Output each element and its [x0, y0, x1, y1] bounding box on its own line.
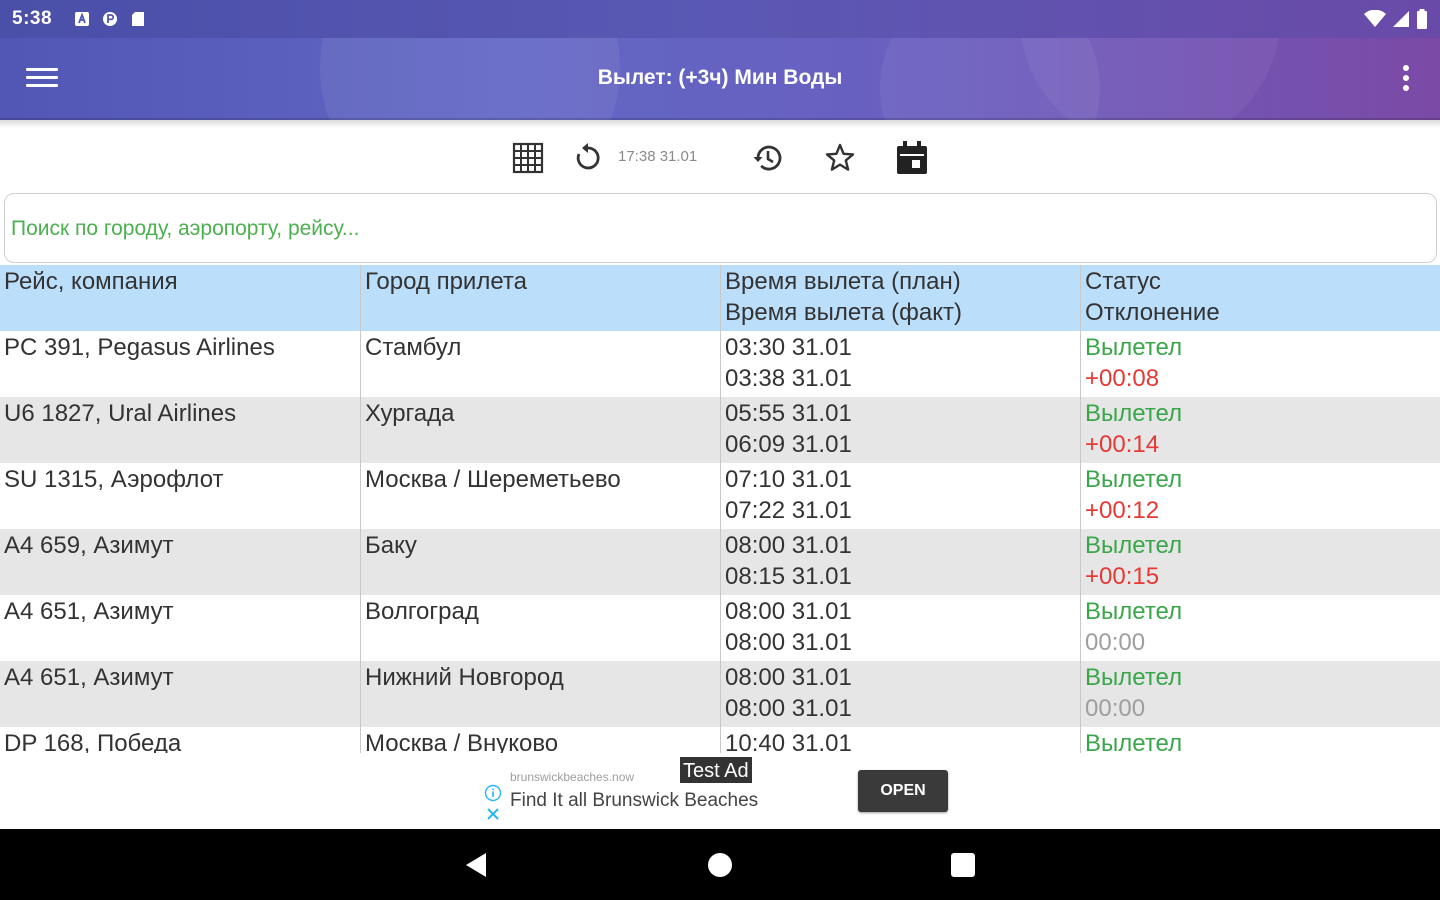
home-icon[interactable] [704, 849, 736, 881]
cell-city: Баку [360, 529, 720, 595]
header-status: Статус Отклонение [1080, 265, 1440, 331]
ad-info-icon[interactable] [484, 784, 502, 802]
ad-domain: brunswickbeaches.now [510, 770, 635, 784]
toolbar: 17:38 31.01 [0, 132, 1440, 184]
page-title: Вылет: (+3ч) Мин Воды [597, 66, 843, 89]
ad-open-button[interactable]: OPEN [858, 770, 948, 812]
ad-close-icon[interactable] [485, 806, 501, 822]
cell-status: Вылетел +00:12 [1080, 463, 1440, 529]
table-row[interactable]: DP 168, Победа Москва / Внуково 10:40 31… [0, 727, 1440, 753]
navigation-bar [0, 829, 1440, 900]
app-bar: Вылет: (+3ч) Мин Воды [0, 38, 1440, 120]
star-icon[interactable] [820, 138, 860, 178]
status-icons-right [1364, 9, 1428, 29]
status-time: 5:38 [12, 8, 53, 29]
ad-text: Find It all Brunswick Beaches [510, 790, 759, 811]
cell-time: 05:55 31.01 06:09 31.01 [720, 397, 1080, 463]
cell-flight: DP 168, Победа [4, 730, 182, 753]
ad-banner[interactable]: brunswickbeaches.now Test Ad Find It all… [480, 754, 960, 828]
cell-city: Стамбул [360, 331, 720, 397]
cell-time: 08:00 31.01 08:15 31.01 [720, 529, 1080, 595]
ad-badge: Test Ad [679, 756, 753, 784]
calendar-icon[interactable] [892, 138, 932, 178]
header-time: Время вылета (план) Время вылета (факт) [720, 265, 1080, 331]
header-city: Город прилета [360, 265, 720, 331]
search-box [4, 193, 1437, 263]
status-icons-left [74, 11, 146, 27]
grid-icon[interactable] [508, 138, 548, 178]
cell-flight: U6 1827, Ural Airlines [4, 400, 237, 427]
refresh-icon[interactable] [568, 138, 608, 178]
cell-flight: A4 651, Азимут [4, 598, 174, 625]
cell-status: Вылетел 00:00 [1080, 661, 1440, 727]
pocket-icon [103, 12, 118, 26]
cell-status: Вылетел +00:15 [1080, 529, 1440, 595]
table-row[interactable]: A4 651, Азимут Волгоград 08:00 31.01 08:0… [0, 595, 1440, 661]
back-icon[interactable] [460, 849, 492, 881]
cell-time: 08:00 31.01 08:00 31.01 [720, 595, 1080, 661]
table-row[interactable]: U6 1827, Ural Airlines Хургада 05:55 31.… [0, 397, 1440, 463]
cell-flight: PC 391, Pegasus Airlines [4, 334, 275, 361]
cell-flight: A4 659, Азимут [4, 532, 174, 559]
recents-icon[interactable] [947, 849, 979, 881]
cell-status: Вылетел 00:00 [1080, 595, 1440, 661]
cell-time: 03:30 31.01 03:38 31.01 [720, 331, 1080, 397]
table-row[interactable]: SU 1315, Аэрофлот Москва / Шереметьево 0… [0, 463, 1440, 529]
cell-time: 08:00 31.01 08:00 31.01 [720, 661, 1080, 727]
wifi-icon [1364, 10, 1386, 27]
cell-flight: A4 651, Азимут [4, 664, 174, 691]
more-vert-icon[interactable] [1400, 62, 1412, 96]
cell-city: Хургада [360, 397, 720, 463]
notification-a-icon [75, 12, 90, 26]
flights-table: Рейс, компания Город прилета Время вылет… [0, 265, 1440, 753]
cell-time: 07:10 31.01 07:22 31.01 [720, 463, 1080, 529]
header-flight: Рейс, компания [4, 268, 178, 295]
battery-icon [1417, 9, 1427, 29]
app-screen: 5:38 Вылет: (+3ч) Мин Воды 17:38 31.01 П… [0, 0, 1440, 900]
app-bar-shadow [0, 118, 1440, 128]
table-header: Рейс, компания Город прилета Время вылет… [0, 265, 1440, 331]
cell-city: Нижний Новгород [360, 661, 720, 727]
cell-status: Вылетел [1080, 727, 1440, 753]
cell-flight: SU 1315, Аэрофлот [4, 466, 224, 493]
table-row[interactable]: PC 391, Pegasus Airlines Стамбул 03:30 3… [0, 331, 1440, 397]
search-input[interactable] [11, 212, 1411, 246]
cell-city: Москва / Внуково [360, 727, 720, 753]
table-row[interactable]: A4 659, Азимут Баку 08:00 31.01 08:15 31.… [0, 529, 1440, 595]
status-bar: 5:38 [0, 0, 1440, 38]
cell-time: 10:40 31.01 [720, 727, 1080, 753]
cell-city: Москва / Шереметьево [360, 463, 720, 529]
table-row[interactable]: A4 651, Азимут Нижний Новгород 08:00 31.… [0, 661, 1440, 727]
cell-status: Вылетел +00:14 [1080, 397, 1440, 463]
last-update-time: 17:38 31.01 [618, 148, 698, 165]
cell-city: Волгоград [360, 595, 720, 661]
sd-card-icon [132, 12, 145, 26]
signal-icon [1393, 11, 1409, 27]
cell-status: Вылетел +00:08 [1080, 331, 1440, 397]
history-icon[interactable] [748, 138, 788, 178]
